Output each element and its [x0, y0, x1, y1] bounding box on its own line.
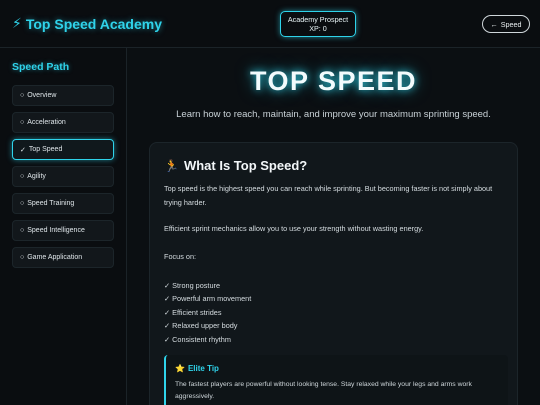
- focus-item: ✓ Strong posture: [164, 281, 221, 290]
- checkmark-icon: ✓: [20, 146, 26, 154]
- content-card: 🏃 What Is Top Speed? Top speed is the hi…: [149, 142, 518, 405]
- star-icon: ⭐: [175, 364, 185, 373]
- top-header: ⚡ Top Speed Academy Academy Prospect XP:…: [0, 0, 540, 48]
- card-heading: 🏃 What Is Top Speed?: [164, 158, 307, 173]
- sidebar-item-game-application[interactable]: ○ Game Application: [12, 247, 114, 268]
- brand[interactable]: ⚡ Top Speed Academy: [12, 15, 162, 32]
- focus-item: ✓ Efficient strides: [164, 308, 222, 317]
- sidebar-title: Speed Path: [12, 61, 70, 73]
- focus-item: ✓ Powerful arm movement: [164, 294, 252, 303]
- status-circle-icon: ○: [20, 254, 25, 261]
- status-circle-icon: ○: [20, 227, 25, 234]
- sidebar-item-label: Agility: [27, 173, 46, 180]
- arrow-left-icon: ←: [490, 19, 498, 29]
- page-subtitle: Learn how to reach, maintain, and improv…: [176, 109, 491, 120]
- focus-item: ✓ Consistent rhythm: [164, 335, 231, 344]
- sidebar-item-label: Speed Training: [27, 200, 75, 207]
- prospect-rank: Academy Prospect: [287, 15, 349, 24]
- status-circle-icon: ○: [20, 173, 25, 180]
- tip-title: Elite Tip: [187, 364, 219, 373]
- focus-item: ✓ Relaxed upper body: [164, 321, 238, 330]
- sidebar-item-agility[interactable]: ○ Agility: [12, 166, 114, 187]
- lightning-icon: ⚡: [12, 15, 22, 31]
- brand-title: Top Speed Academy: [25, 15, 162, 32]
- status-circle-icon: ○: [20, 119, 25, 126]
- status-circle-icon: ○: [20, 92, 25, 99]
- back-button-label: Speed: [500, 19, 522, 29]
- sidebar-item-label: Overview: [27, 92, 57, 99]
- runner-icon: 🏃: [164, 158, 179, 173]
- focus-label: Focus on:: [164, 252, 197, 261]
- sidebar-item-overview[interactable]: ○ Overview: [12, 85, 114, 106]
- mechanics-paragraph: Efficient sprint mechanics allow you to …: [164, 224, 424, 233]
- page-title: TOP SPEED: [249, 66, 418, 96]
- status-circle-icon: ○: [20, 200, 25, 207]
- tip-text: The fastest players are powerful without…: [175, 381, 472, 400]
- card-title: What Is Top Speed?: [183, 158, 308, 173]
- sidebar-item-label: Acceleration: [27, 119, 66, 126]
- sidebar-item-label: Game Application: [27, 254, 83, 261]
- xp-value: XP: 0: [309, 24, 327, 33]
- sidebar-item-top-speed[interactable]: ✓ Top Speed: [12, 139, 114, 160]
- sidebar-item-speed-intelligence[interactable]: ○ Speed Intelligence: [12, 220, 114, 241]
- xp-badge: Academy Prospect XP: 0: [280, 11, 356, 37]
- sidebar-item-speed-training[interactable]: ○ Speed Training: [12, 193, 114, 214]
- elite-tip-box: ⭐ Elite Tip The fastest players are powe…: [164, 355, 508, 405]
- sidebar-item-acceleration[interactable]: ○ Acceleration: [12, 112, 114, 133]
- back-to-speed-button[interactable]: ← Speed: [482, 15, 530, 33]
- sidebar-item-label: Speed Intelligence: [27, 227, 85, 234]
- intro-paragraph: Top speed is the highest speed you can r…: [164, 184, 493, 207]
- sidebar-item-label: Top Speed: [28, 146, 63, 153]
- tip-heading: ⭐ Elite Tip: [175, 364, 219, 373]
- sidebar: Speed Path ○ Overview ○ Acceleration ✓ T…: [0, 48, 127, 405]
